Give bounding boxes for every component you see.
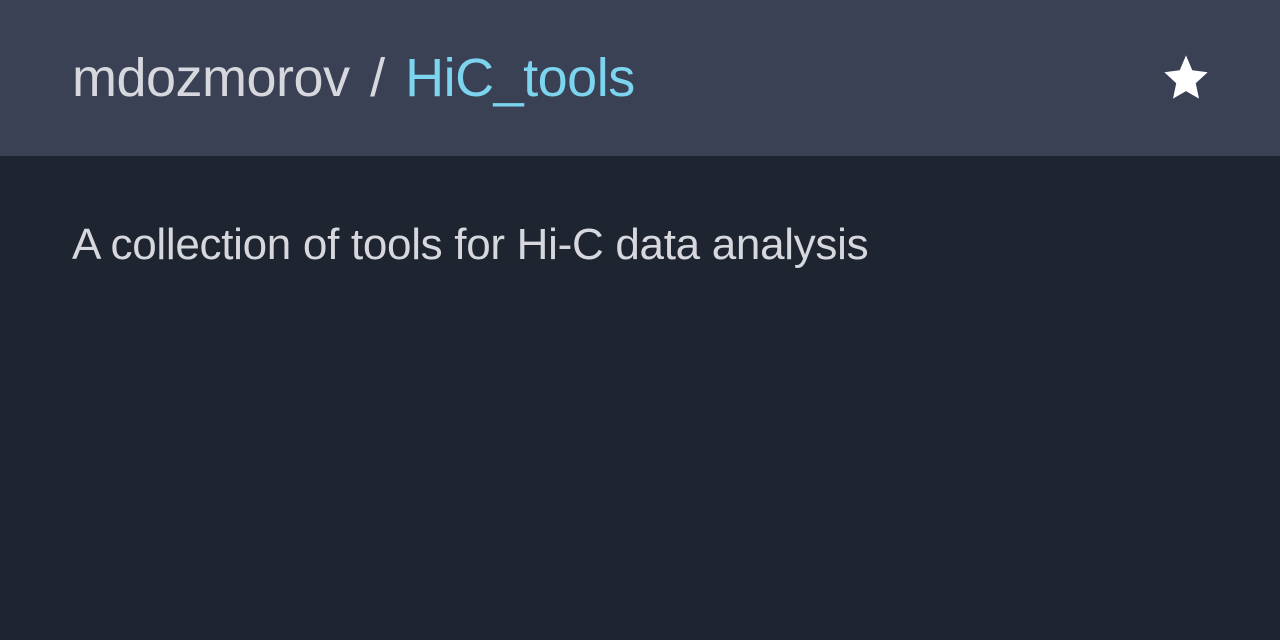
breadcrumb-separator: / [370,48,385,108]
breadcrumb: mdozmorov / HiC_tools [72,47,635,109]
repo-content: A collection of tools for Hi-C data anal… [0,156,1280,334]
star-button[interactable] [1160,51,1212,106]
repo-description: A collection of tools for Hi-C data anal… [72,220,1208,270]
repo-header: mdozmorov / HiC_tools [0,0,1280,156]
repo-owner-link[interactable]: mdozmorov [72,48,350,108]
repo-name-link[interactable]: HiC_tools [405,48,635,108]
star-icon [1160,51,1212,106]
